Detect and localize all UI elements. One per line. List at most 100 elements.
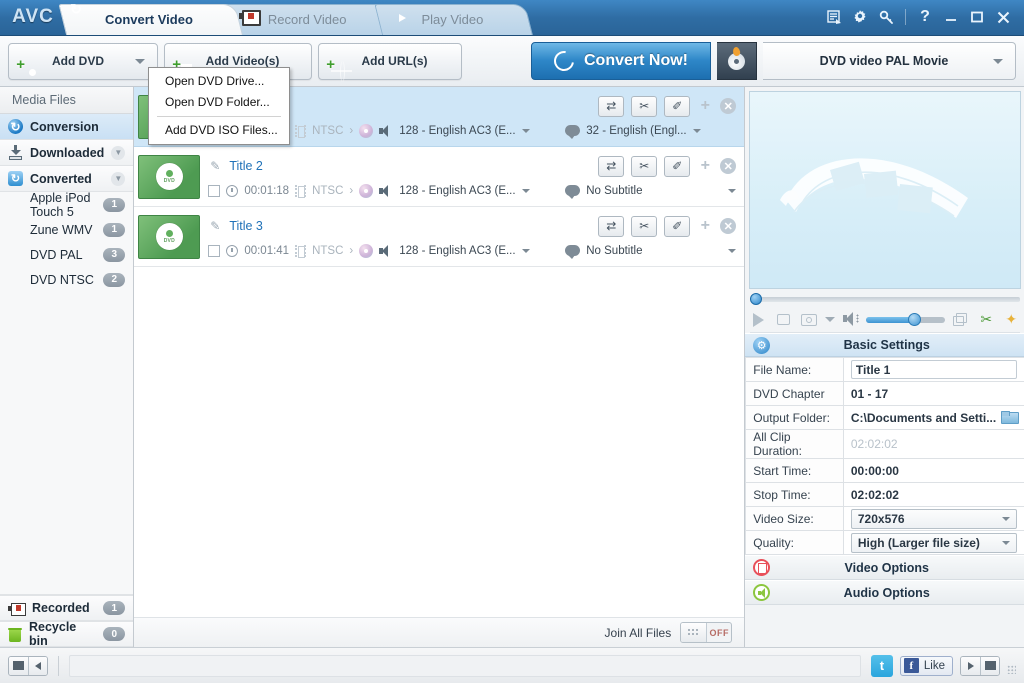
audio-track-select[interactable]: 128 - English AC3 (E... [399, 185, 559, 197]
file-name-input[interactable]: Title 1 [850, 360, 1018, 379]
effects-wand-icon[interactable]: ✐ [664, 155, 691, 177]
output-profile-select[interactable]: DVD video PAL Movie [763, 42, 1016, 80]
chevron-down-icon[interactable] [521, 128, 530, 133]
setting-value-cell[interactable]: Title 1 [842, 357, 1024, 382]
chevron-down-icon[interactable] [825, 312, 836, 328]
effects-wand-icon[interactable]: ✐ [664, 215, 691, 237]
start-time-value[interactable]: 00:00:00 [842, 458, 1024, 483]
add-dvd-button[interactable]: + Add DVD [8, 42, 158, 80]
add-row-icon[interactable]: + [697, 217, 713, 235]
sidebar-item-dvd-ntsc[interactable]: DVD NTSC 2 [0, 267, 134, 292]
row-checkbox[interactable] [208, 184, 221, 197]
chevron-down-icon[interactable] [692, 128, 701, 133]
sidebar-item-recycle-bin[interactable]: Recycle bin 0 [0, 620, 134, 648]
facebook-like-button[interactable]: f Like [899, 655, 953, 676]
twitter-icon[interactable]: t [870, 654, 893, 677]
chevron-down-icon[interactable] [993, 58, 1003, 64]
burn-button[interactable] [717, 42, 757, 80]
audio-track-select[interactable]: 128 - English AC3 (E... [399, 245, 559, 257]
gear-icon[interactable] [848, 5, 872, 29]
volume-handle[interactable] [908, 312, 922, 326]
chevron-down-icon[interactable] [1002, 540, 1011, 545]
audio-options-header[interactable]: Audio Options [745, 580, 1024, 605]
add-urls-button[interactable]: + Add URL(s) [318, 42, 462, 80]
play-icon[interactable] [750, 312, 768, 328]
convert-now-button[interactable]: Convert Now! [531, 42, 711, 80]
edit-pencil-icon[interactable]: ✎ [208, 159, 222, 173]
dvd-chapter-value[interactable]: 01 - 17 [842, 381, 1024, 406]
video-options-header[interactable]: Video Options [745, 555, 1024, 580]
effects-wand-icon[interactable]: ✐ [664, 95, 691, 117]
seek-handle[interactable] [750, 292, 763, 305]
video-preview[interactable] [749, 91, 1022, 289]
edit-pencil-icon[interactable]: ✎ [208, 219, 222, 233]
basic-settings-header[interactable]: Basic Settings [745, 333, 1024, 357]
setting-value-cell[interactable]: 720x576 [842, 506, 1024, 531]
chevron-down-icon[interactable] [521, 188, 530, 193]
table-row[interactable]: DVD ✎ Title 3 ⇄ ✂ ✐ + ✕ 00:01:41 NTSC › … [134, 207, 745, 267]
stop-icon[interactable] [775, 312, 793, 328]
row-checkbox[interactable] [208, 244, 221, 257]
chevron-down-icon[interactable] [1002, 516, 1011, 521]
file-title[interactable]: Title 3 [229, 219, 591, 233]
subtitle-select[interactable]: 32 - English (Engl... [586, 125, 736, 137]
audio-track-select[interactable]: 128 - English AC3 (E... [399, 125, 559, 137]
remove-row-icon[interactable]: ✕ [720, 98, 737, 114]
folder-icon[interactable] [1001, 411, 1020, 424]
sidebar-item-converted[interactable]: Converted ▼ [0, 166, 134, 192]
help-icon[interactable]: ? [913, 5, 937, 29]
menu-item-add-dvd-iso-files[interactable]: Add DVD ISO Files... [149, 120, 289, 141]
video-size-select[interactable]: 720x576 [850, 508, 1018, 529]
convert-row-icon[interactable]: ⇄ [598, 155, 625, 177]
add-row-icon[interactable]: + [697, 97, 713, 115]
snapshot-camera-icon[interactable] [800, 312, 818, 328]
subtitle-select[interactable]: No Subtitle [586, 245, 737, 257]
chevron-down-icon[interactable] [728, 188, 737, 193]
chevron-down-icon[interactable] [521, 248, 530, 253]
trim-scissors-icon[interactable]: ✂ [631, 95, 658, 117]
chevron-down-icon[interactable]: ▼ [111, 145, 126, 160]
close-icon[interactable] [991, 5, 1015, 29]
sidebar-item-dvd-pal[interactable]: DVD PAL 3 [0, 242, 134, 267]
preview-seekbar[interactable] [750, 292, 1021, 306]
setting-value-cell[interactable]: High (Larger file size) [842, 530, 1024, 555]
remove-row-icon[interactable]: ✕ [720, 158, 737, 174]
convert-row-icon[interactable]: ⇄ [598, 95, 625, 117]
tasklist-icon[interactable] [822, 5, 846, 29]
menu-item-open-dvd-folder[interactable]: Open DVD Folder... [149, 92, 289, 113]
list-view-icon[interactable] [980, 656, 999, 675]
setting-value-cell[interactable]: C:\Documents and Setti... [842, 405, 1024, 430]
sidebar-item-apple-ipod-touch-5[interactable]: Apple iPod Touch 5 1 [0, 191, 134, 219]
sidebar-item-conversion[interactable]: Conversion [0, 114, 134, 140]
convert-row-icon[interactable]: ⇄ [598, 215, 625, 237]
speaker-icon[interactable] [843, 311, 860, 328]
file-title[interactable]: Title 2 [229, 159, 591, 173]
expand-right-icon[interactable] [961, 656, 980, 675]
resize-grip[interactable] [1007, 664, 1016, 674]
remove-row-icon[interactable]: ✕ [720, 218, 737, 234]
tab-convert-video[interactable]: Convert Video [58, 4, 243, 35]
add-row-icon[interactable]: + [697, 157, 713, 175]
effects-wand-icon[interactable]: ✦ [1002, 311, 1020, 328]
quality-select[interactable]: High (Larger file size) [850, 532, 1018, 553]
trim-scissors-icon[interactable]: ✂ [631, 215, 658, 237]
duplicate-icon[interactable] [952, 312, 970, 328]
minimize-icon[interactable] [939, 5, 963, 29]
sidebar-item-zune-wmv[interactable]: Zune WMV 1 [0, 217, 134, 242]
menu-item-open-dvd-drive[interactable]: Open DVD Drive... [149, 71, 289, 92]
chevron-down-icon[interactable] [728, 248, 737, 253]
join-all-files-toggle[interactable]: OFF [680, 622, 733, 643]
table-row[interactable]: DVD ✎ Title 2 ⇄ ✂ ✐ + ✕ 00:01:18 NTSC › … [134, 147, 745, 207]
chevron-down-icon[interactable] [135, 58, 145, 64]
sidebar-item-downloaded[interactable]: Downloaded ▼ [0, 140, 134, 166]
tab-record-video[interactable]: Record Video [221, 4, 397, 35]
key-icon[interactable] [874, 5, 898, 29]
list-view-icon[interactable] [9, 656, 28, 675]
seek-track[interactable] [750, 292, 1021, 305]
trim-scissors-icon[interactable]: ✂ [977, 311, 995, 328]
tab-play-video[interactable]: Play Video [374, 4, 534, 35]
stop-time-value[interactable]: 02:02:02 [842, 482, 1024, 507]
subtitle-select[interactable]: No Subtitle [586, 185, 737, 197]
volume-slider[interactable] [866, 312, 946, 326]
trim-scissors-icon[interactable]: ✂ [631, 155, 658, 177]
